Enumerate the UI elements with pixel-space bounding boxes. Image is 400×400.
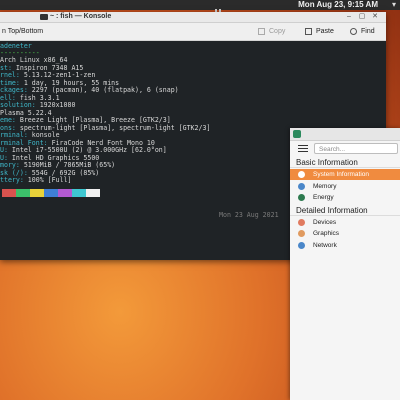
sidebar-item-network[interactable]: Network (290, 240, 400, 251)
info-key: ttery: (0, 176, 28, 184)
scroll-top-bottom-button[interactable]: n Top/Bottom (2, 23, 43, 40)
window-title: ~ : fish — Konsole (50, 13, 112, 20)
hamburger-menu-icon[interactable] (298, 145, 308, 153)
sidebar-item-devices[interactable]: Devices (290, 217, 400, 228)
palette-swatch (44, 189, 58, 197)
devices-icon (298, 218, 305, 226)
energy-icon (298, 194, 305, 201)
paste-button[interactable]: Paste (305, 23, 334, 40)
palette-swatch (86, 189, 100, 197)
sidebar-item-label: Energy (313, 194, 334, 201)
find-button[interactable]: Find (350, 23, 375, 40)
info-center-window: Search... Basic Information System Inform… (290, 128, 400, 400)
memory-icon (298, 182, 305, 190)
system-info-icon (298, 171, 305, 178)
sidebar-item-label: Network (313, 241, 337, 249)
paste-label: Paste (316, 28, 334, 35)
sidebar-item-memory[interactable]: Memory (290, 181, 400, 192)
search-row: Search... (290, 141, 400, 157)
panel-menu-arrow-icon[interactable]: ▾ (392, 0, 396, 10)
palette-swatch (58, 189, 72, 197)
palette-swatch (30, 189, 44, 197)
terminal-icon (40, 14, 48, 20)
sidebar-item-system-information[interactable]: System Information (290, 169, 400, 180)
sidebar-item-label: Devices (313, 218, 337, 226)
graphics-icon (298, 230, 305, 237)
top-panel: Mon Aug 23, 9:15 AM ▾ (0, 0, 400, 15)
palette-swatch (72, 189, 86, 197)
section-header: Basic Information (290, 158, 400, 168)
sidebar-item-label: Graphics (313, 230, 340, 237)
konsole-titlebar[interactable]: ~ : fish — Konsole – ▢ ✕ (0, 12, 386, 23)
close-button[interactable]: ✕ (371, 13, 379, 21)
terminal-timestamp: Mon 23 Aug 2021 (219, 211, 279, 219)
sidebar-item-label: System Information (313, 171, 369, 178)
palette-swatch (2, 189, 16, 197)
panel-indicator[interactable] (215, 2, 225, 15)
konsole-toolbar: n Top/Bottom Copy Paste Find (0, 23, 386, 41)
section-header: Detailed Information (290, 206, 400, 216)
minimize-button[interactable]: – (345, 13, 353, 21)
sidebar-item-graphics[interactable]: Graphics (290, 228, 400, 239)
sidebar-item-energy[interactable]: Energy (290, 192, 400, 203)
info-center-app-icon (293, 130, 301, 138)
palette-swatch (16, 189, 30, 197)
maximize-button[interactable]: ▢ (358, 13, 366, 21)
info-value: 100% [Full] (27, 176, 72, 184)
terminal-info-line: ttery: 100% [Full] (0, 177, 71, 184)
network-icon (298, 241, 305, 249)
copy-icon (258, 27, 265, 35)
sidebar-item-label: Memory (313, 182, 337, 190)
clock[interactable]: Mon Aug 23, 9:15 AM (298, 0, 378, 10)
find-label: Find (361, 28, 375, 35)
paste-icon (305, 27, 312, 35)
search-input[interactable]: Search... (314, 143, 398, 154)
search-icon (350, 27, 357, 35)
copy-label: Copy (269, 28, 286, 35)
info-center-titlebar[interactable] (290, 128, 400, 141)
copy-button[interactable]: Copy (258, 23, 285, 40)
